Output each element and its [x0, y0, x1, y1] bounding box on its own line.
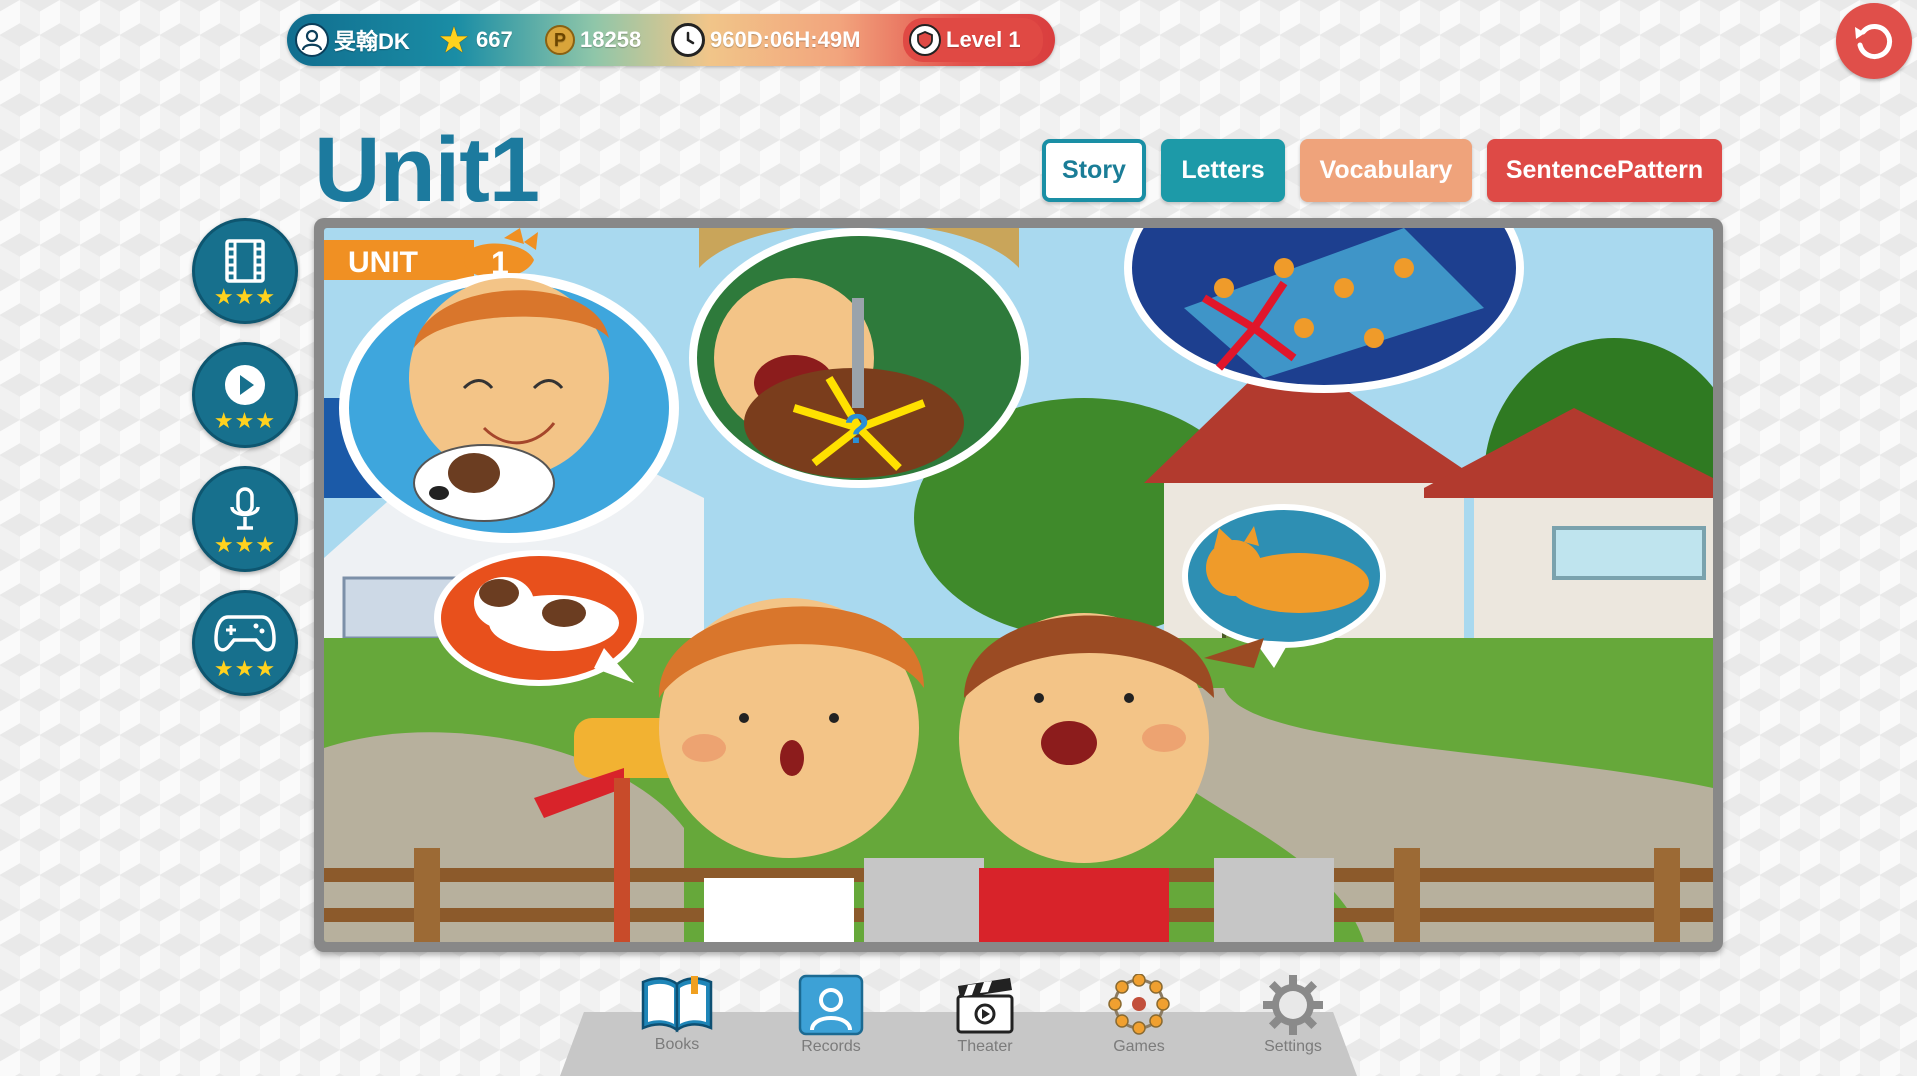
clock-icon	[671, 23, 705, 57]
tab-vocabulary[interactable]: Vocabulary	[1300, 139, 1472, 202]
nav-books-label: Books	[654, 1036, 700, 1053]
points-stat: P 18258	[545, 14, 671, 66]
page-title: Unit1	[314, 119, 540, 221]
nav-settings[interactable]: Settings	[1216, 974, 1370, 1056]
timer-value: 960D:06H:49M	[710, 27, 861, 52]
unit-badge-label: UNIT	[348, 246, 418, 279]
nav-games-label: Games	[1113, 1038, 1165, 1055]
nav-theater-label: Theater	[957, 1038, 1013, 1055]
microphone-icon	[230, 487, 260, 530]
star-rating: ★★★	[213, 285, 277, 310]
gear-icon	[1263, 975, 1323, 1035]
play-activity-button[interactable]: ★★★	[192, 342, 298, 448]
nav-settings-label: Settings	[1264, 1038, 1322, 1055]
tab-sentence-pattern[interactable]: SentencePattern	[1487, 139, 1722, 202]
coin-icon: P	[545, 25, 575, 55]
user-icon	[295, 23, 329, 57]
tab-letters[interactable]: Letters	[1161, 139, 1285, 202]
clapperboard-icon	[956, 978, 1014, 1034]
game-activity-button[interactable]: ★★★	[192, 590, 298, 696]
stars-stat: ★ 667	[437, 14, 545, 66]
status-bar: 旻翰DK ★ 667 P 18258 960D:06H:49M Level 1	[287, 14, 1055, 66]
nav-games[interactable]: Games	[1062, 974, 1216, 1056]
story-illustration[interactable]: UNIT 1 ?	[324, 228, 1713, 942]
star-rating: ★★★	[213, 533, 277, 558]
ferris-wheel-icon	[1108, 974, 1170, 1035]
star-icon: ★	[439, 22, 469, 58]
level-value: Level 1	[946, 27, 1021, 52]
user-stat[interactable]: 旻翰DK	[295, 14, 437, 66]
timer-stat: 960D:06H:49M	[671, 14, 903, 66]
back-arrow-icon	[1855, 24, 1893, 59]
level-stat: Level 1	[903, 18, 1043, 62]
back-button[interactable]	[1836, 3, 1912, 79]
star-rating: ★★★	[213, 657, 277, 682]
play-icon	[225, 365, 265, 405]
nav-records-label: Records	[801, 1038, 861, 1055]
nav-records[interactable]: Records	[754, 974, 908, 1056]
record-activity-button[interactable]: ★★★	[192, 466, 298, 572]
nav-theater[interactable]: Theater	[908, 974, 1062, 1056]
video-activity-button[interactable]: ★★★	[192, 218, 298, 324]
shield-icon	[909, 24, 941, 56]
question-mark: ?	[844, 405, 870, 452]
stars-count: 667	[476, 27, 513, 52]
bottom-nav: Books Records Theater Games Settings	[600, 974, 1370, 1056]
gamepad-icon	[214, 615, 276, 652]
story-illustration-frame: UNIT 1 ?	[314, 218, 1723, 952]
points-count: 18258	[580, 27, 642, 52]
username: 旻翰DK	[334, 29, 410, 54]
category-tabs: Story Letters Vocabulary SentencePattern	[1042, 139, 1722, 202]
nav-books[interactable]: Books	[600, 974, 754, 1056]
film-icon	[225, 239, 265, 283]
tab-story[interactable]: Story	[1042, 139, 1146, 202]
book-icon	[641, 976, 713, 1033]
profile-icon	[798, 974, 864, 1036]
star-rating: ★★★	[213, 409, 277, 434]
